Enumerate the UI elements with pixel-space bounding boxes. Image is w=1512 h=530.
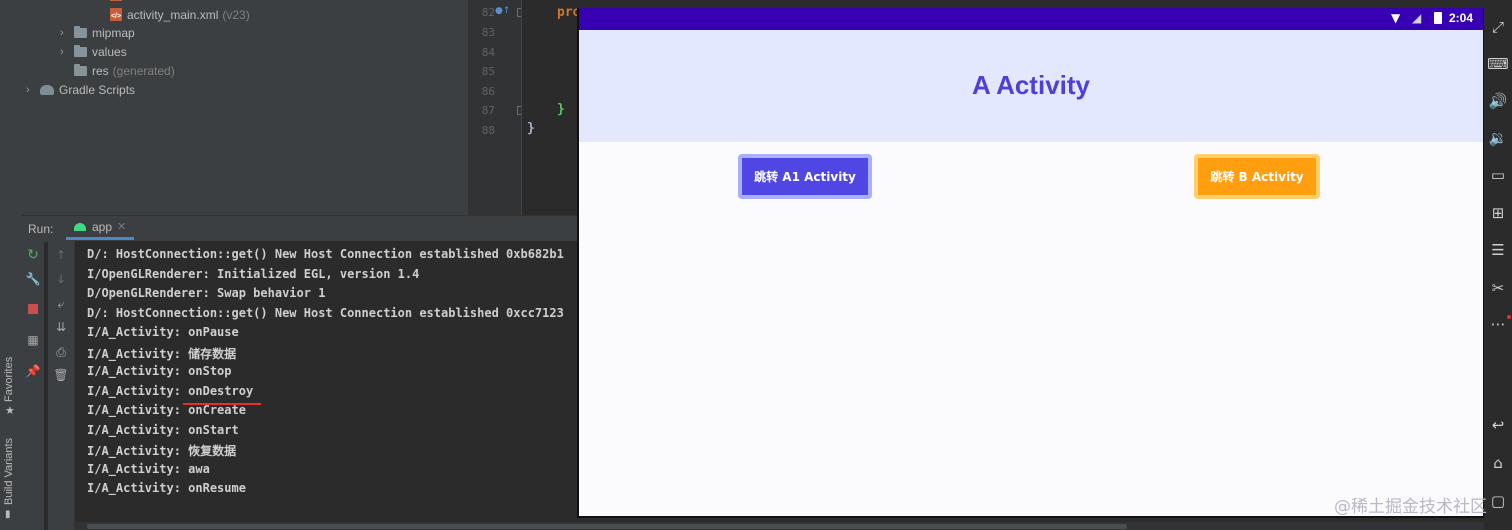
line-number: 87	[481, 104, 495, 117]
override-marker-icon[interactable]: ●↑	[495, 6, 510, 16]
tab-app[interactable]: app ✕	[66, 216, 135, 240]
cut-icon[interactable]: ✂	[1488, 279, 1508, 297]
run-label: Run:	[28, 222, 54, 236]
console-line: I/OpenGLRenderer: Initialized EGL, versi…	[87, 267, 420, 281]
more-icon[interactable]: ⋯	[1488, 315, 1508, 333]
home-icon[interactable]: ⌂	[1488, 454, 1508, 472]
android-status-bar: ▼ ◢ 2:04	[579, 8, 1483, 30]
code-line-88: }	[527, 121, 535, 136]
tree-item-gradle-scripts[interactable]: › Gradle Scripts	[26, 80, 135, 99]
goto-b-activity-button[interactable]: 跳转 B Activity	[1194, 154, 1320, 199]
tree-item-label: res	[92, 63, 109, 78]
print-icon[interactable]: ⎙	[53, 344, 69, 360]
expand-icon[interactable]: ⤢	[1488, 18, 1508, 36]
folder-icon	[74, 25, 87, 38]
tree-item-label: Gradle Scripts	[59, 82, 136, 97]
line-number: 86	[481, 85, 495, 98]
chevron-right-icon[interactable]: ›	[26, 84, 40, 96]
arrow-down-icon[interactable]: ↓	[53, 271, 69, 287]
tree-item-cut-off	[110, 0, 170, 2]
android-icon	[74, 222, 86, 231]
left-tool-strip: Favorites ★ Build Variants ▮	[0, 0, 23, 530]
tree-item-label: mipmap	[92, 25, 135, 40]
editor-gutter: 82 ●↑ 83 84 85 86 87 88	[468, 0, 526, 215]
volume-down-icon[interactable]: 🔉	[1488, 129, 1508, 147]
tab-app-label: app	[92, 219, 113, 234]
scrollbar-thumb[interactable]	[87, 524, 1127, 529]
signal-icon: ◢	[1412, 11, 1422, 25]
tree-item-activity-main[interactable]: </> activity_main.xml (v23)	[110, 5, 250, 24]
screen-icon[interactable]: ▭	[1488, 166, 1508, 184]
arrow-up-icon[interactable]: ↑	[53, 247, 69, 263]
keyboard-icon[interactable]: ⌨	[1487, 55, 1509, 73]
folder-icon	[74, 44, 87, 57]
favorites-tab[interactable]: Favorites	[3, 357, 15, 402]
overview-icon[interactable]: ▢	[1488, 492, 1508, 510]
volume-up-icon[interactable]: 🔊	[1488, 92, 1508, 110]
stop-icon[interactable]	[25, 301, 41, 317]
status-time: 2:04	[1449, 11, 1474, 25]
gradle-icon	[40, 84, 54, 95]
xml-file-icon	[110, 0, 122, 1]
line-number: 83	[481, 26, 495, 39]
emulator-side-controls: ⤢ ⌨ 🔊 🔉 ▭ ⊞ ☰ ✂ ⋯ ↩ ⌂ ▢	[1484, 0, 1512, 530]
console-line: I/A_Activity: 储存数据	[87, 347, 237, 361]
xml-file-icon: </>	[110, 8, 122, 21]
watermark: @稀土掘金技术社区	[1334, 497, 1487, 517]
console-line: I/A_Activity: onResume	[87, 481, 246, 495]
wrench-icon[interactable]: 🔧	[25, 271, 41, 287]
tree-item-res-generated[interactable]: res (generated)	[60, 61, 175, 80]
console-line: I/A_Activity: 恢复数据	[87, 444, 237, 458]
battery-icon	[1434, 12, 1442, 24]
console-line: I/A_Activity: onCreate	[87, 403, 246, 417]
build-variants-tab[interactable]: Build Variants	[3, 438, 15, 505]
run-toolbar: Run: app ✕	[22, 215, 578, 243]
console-line: I/A_Activity: onStop	[87, 364, 232, 378]
pin-icon[interactable]: 📌	[25, 363, 41, 379]
console-line: D/: HostConnection::get() New Host Conne…	[87, 306, 564, 320]
star-icon: ★	[5, 404, 15, 417]
goto-a1-activity-button[interactable]: 跳转 A1 Activity	[738, 154, 872, 199]
line-number: 84	[481, 46, 495, 59]
notification-dot	[1507, 315, 1511, 319]
line-number: 88	[481, 124, 495, 137]
trash-icon[interactable]: 🗑	[53, 367, 69, 383]
screenshot-icon[interactable]: ⊞	[1488, 204, 1508, 222]
wifi-icon: ▼	[1391, 11, 1401, 25]
activity-title: A Activity	[972, 70, 1090, 100]
console-line: I/A_Activity: awa	[87, 462, 210, 476]
project-tree: </> activity_main.xml (v23) › mipmap › v…	[22, 0, 468, 215]
tree-item-values[interactable]: › values	[60, 42, 127, 61]
code-line-87: }	[557, 102, 565, 117]
code-editor[interactable]: pro } }	[521, 0, 580, 215]
console-line: I/A_Activity: onDestroy	[87, 384, 254, 398]
tree-item-label: values	[92, 44, 127, 59]
soft-wrap-icon[interactable]: ⤶	[53, 296, 69, 312]
line-number: 82	[481, 6, 495, 19]
console-output[interactable]: D/: HostConnection::get() New Host Conne…	[75, 241, 578, 522]
scroll-to-end-icon[interactable]: ⇊	[53, 319, 69, 335]
folder-icon	[74, 63, 87, 76]
back-icon[interactable]: ↩	[1488, 416, 1508, 434]
tree-item-label: activity_main.xml	[127, 7, 219, 22]
tree-item-suffix: (v23)	[222, 7, 250, 22]
build-icon: ▮	[5, 509, 11, 520]
console-line: D/: HostConnection::get() New Host Conne…	[87, 247, 564, 261]
close-icon[interactable]: ✕	[117, 220, 126, 233]
rerun-icon[interactable]: ↻	[25, 247, 41, 263]
console-actions-column: ↑ ↓ ⤶ ⇊ ⎙ 🗑	[48, 241, 75, 530]
app-content	[579, 142, 1483, 516]
chevron-right-icon[interactable]: ›	[60, 27, 74, 39]
layout-icon[interactable]: ▦	[25, 332, 41, 348]
chevron-right-icon[interactable]: ›	[60, 46, 74, 58]
run-actions-column: ↻ 🔧 ▦ 📌	[22, 241, 44, 530]
tree-item-suffix: (generated)	[112, 63, 175, 78]
line-number: 85	[481, 65, 495, 78]
layers-icon[interactable]: ☰	[1488, 241, 1508, 259]
tree-item-mipmap[interactable]: › mipmap	[60, 23, 135, 42]
console-line: I/A_Activity: onPause	[87, 325, 239, 339]
console-line: I/A_Activity: onStart	[87, 423, 239, 437]
console-line: D/OpenGLRenderer: Swap behavior 1	[87, 286, 326, 300]
